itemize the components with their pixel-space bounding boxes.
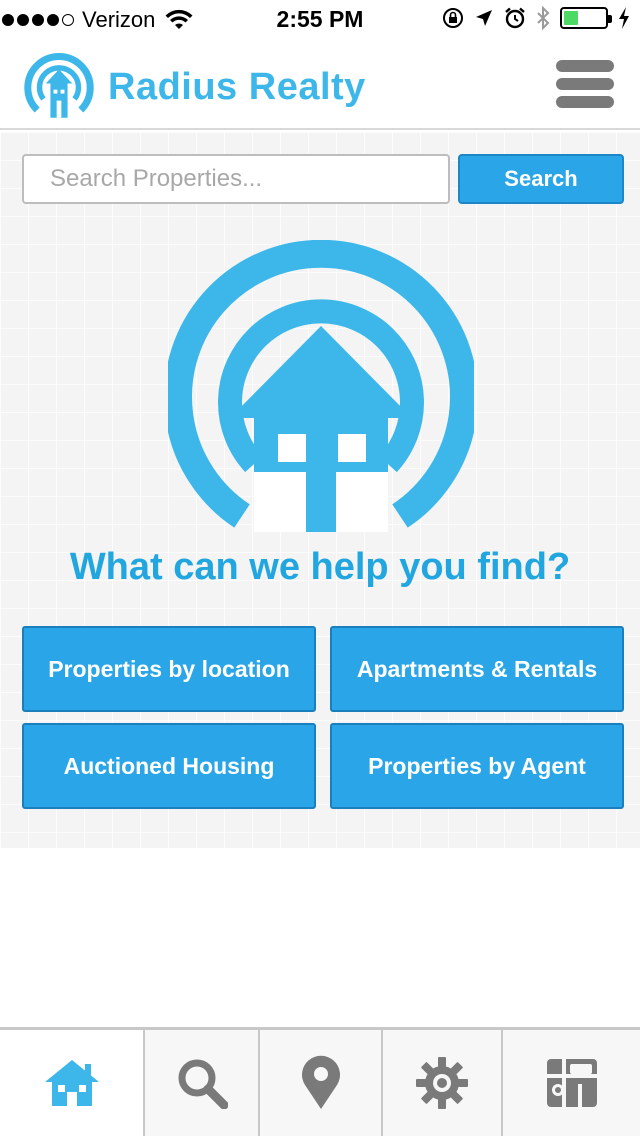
bluetooth-icon (537, 6, 550, 30)
map-pin-icon (301, 1055, 340, 1109)
menu-line (556, 96, 614, 108)
radius-house-logo-icon[interactable] (20, 46, 98, 124)
tab-bar (0, 1027, 640, 1136)
hamburger-menu-icon[interactable] (556, 60, 614, 108)
home-icon (44, 1060, 99, 1106)
brand-name: Radius Realty (108, 66, 366, 108)
properties-by-agent-button[interactable]: Properties by Agent (330, 723, 624, 809)
tab-search[interactable] (145, 1030, 260, 1136)
rotation-lock-icon (443, 8, 463, 28)
apartments-rentals-button[interactable]: Apartments & Rentals (330, 626, 624, 712)
menu-line (556, 78, 614, 90)
search-input[interactable] (22, 154, 450, 204)
tab-location[interactable] (260, 1030, 383, 1136)
tagline: What can we help you find? (69, 546, 571, 588)
radius-house-logo-icon (168, 240, 474, 532)
properties-by-location-button[interactable]: Properties by location (22, 626, 316, 712)
status-right (442, 6, 630, 30)
battery-icon (560, 7, 612, 29)
location-arrow-icon (476, 10, 492, 26)
gear-icon (416, 1057, 468, 1109)
app-header: Radius Realty (0, 40, 640, 130)
alarm-icon (505, 7, 525, 29)
search-button[interactable]: Search (458, 154, 624, 204)
menu-line (556, 60, 614, 72)
main-content: Search What can we help you find? Proper… (0, 132, 640, 848)
auctioned-housing-button[interactable]: Auctioned Housing (22, 723, 316, 809)
tab-map[interactable] (503, 1030, 640, 1136)
map-icon (546, 1059, 597, 1107)
status-bar: Verizon 2:55 PM (0, 0, 640, 40)
charging-icon (619, 7, 629, 29)
battery-level (564, 11, 578, 25)
tab-settings[interactable] (383, 1030, 503, 1136)
search-icon (178, 1059, 228, 1109)
battery-tip (608, 15, 612, 23)
tab-home[interactable] (0, 1030, 145, 1136)
